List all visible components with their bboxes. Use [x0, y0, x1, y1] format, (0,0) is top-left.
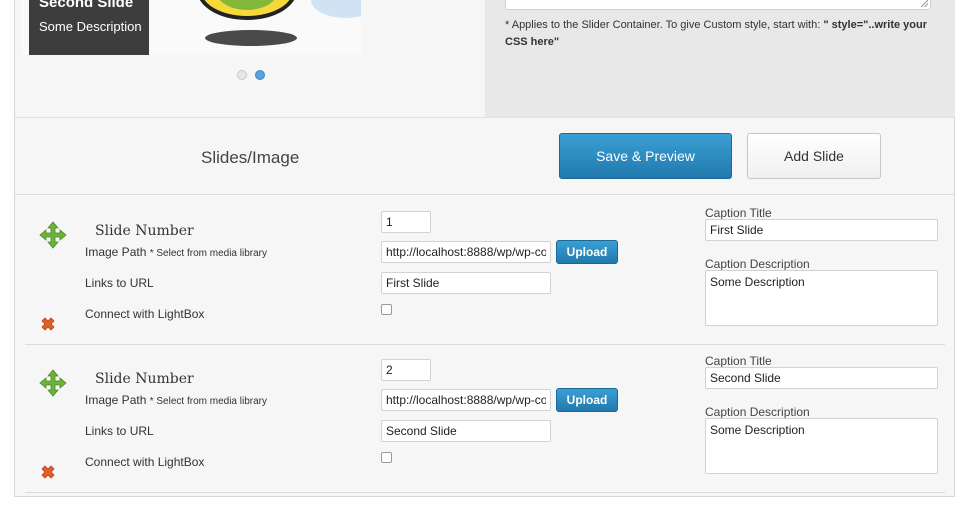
add-slide-button[interactable]: Add Slide: [747, 133, 881, 179]
caption-title-input[interactable]: [705, 367, 938, 389]
caption-description-label: Caption Description: [705, 257, 810, 271]
slide-number-label: Slide Number: [95, 371, 194, 387]
slider-preview: Second Slide Some Description: [15, 0, 485, 117]
css-help-note: * Applies to the Slider Container. To gi…: [505, 17, 935, 51]
cloud-graphic: [311, 0, 361, 18]
image-path-label: Image Path * Select from media library: [85, 245, 267, 259]
link-url-input[interactable]: [381, 420, 551, 442]
caption-description-textarea[interactable]: Some Description: [705, 270, 938, 326]
caption-title-label: Caption Title: [705, 354, 772, 368]
slider-dot-1[interactable]: [237, 70, 247, 80]
upload-button[interactable]: Upload: [556, 240, 618, 264]
lightbox-label: Connect with LightBox: [85, 455, 205, 469]
slides-toolbar: Slides/Image Save & Preview Add Slide: [15, 117, 954, 195]
delete-x-icon[interactable]: [39, 315, 57, 333]
image-path-label: Image Path * Select from media library: [85, 393, 267, 407]
slider-admin-panel: Second Slide Some Description * Applies …: [14, 0, 955, 497]
logo-shadow: [205, 30, 297, 46]
logo-graphic: [197, 0, 297, 20]
image-path-input[interactable]: [381, 241, 551, 263]
slide-caption-description: Some Description: [39, 19, 142, 34]
slide-caption-overlay: Second Slide Some Description: [29, 0, 149, 55]
image-path-hint: * Select from media library: [149, 396, 267, 407]
delete-x-icon[interactable]: [39, 463, 57, 481]
slide-number-label: Slide Number: [95, 223, 194, 239]
save-preview-button[interactable]: Save & Preview: [559, 133, 732, 179]
image-path-hint: * Select from media library: [149, 248, 267, 259]
image-path-input[interactable]: [381, 389, 551, 411]
resize-handle-icon[interactable]: [921, 0, 928, 7]
row-divider: [25, 492, 945, 493]
caption-title-label: Caption Title: [705, 206, 772, 220]
slide-caption-title: Second Slide: [39, 0, 134, 11]
slide-row-1: Slide Number Image Path * Select from me…: [25, 197, 945, 345]
caption-title-input[interactable]: [705, 219, 938, 241]
upload-button[interactable]: Upload: [556, 388, 618, 412]
slider-dot-2-active[interactable]: [255, 70, 265, 80]
container-style-settings: * Applies to the Slider Container. To gi…: [485, 0, 955, 117]
move-arrows-icon[interactable]: [39, 221, 67, 249]
lightbox-label: Connect with LightBox: [85, 307, 205, 321]
link-url-input[interactable]: [381, 272, 551, 294]
lightbox-checkbox[interactable]: [381, 452, 392, 463]
slide-image: Second Slide Some Description: [21, 0, 361, 55]
css-help-text: * Applies to the Slider Container. To gi…: [505, 19, 821, 31]
slide-number-input[interactable]: [381, 359, 431, 381]
section-title: Slides/Image: [201, 148, 300, 167]
container-css-textarea[interactable]: [505, 0, 931, 10]
links-url-label: Links to URL: [85, 424, 154, 438]
links-url-label: Links to URL: [85, 276, 154, 290]
move-arrows-icon[interactable]: [39, 369, 67, 397]
slide-number-input[interactable]: [381, 211, 431, 233]
caption-description-textarea[interactable]: Some Description: [705, 418, 938, 474]
slide-row-2: Slide Number Image Path * Select from me…: [25, 345, 945, 493]
lightbox-checkbox[interactable]: [381, 304, 392, 315]
caption-description-label: Caption Description: [705, 405, 810, 419]
